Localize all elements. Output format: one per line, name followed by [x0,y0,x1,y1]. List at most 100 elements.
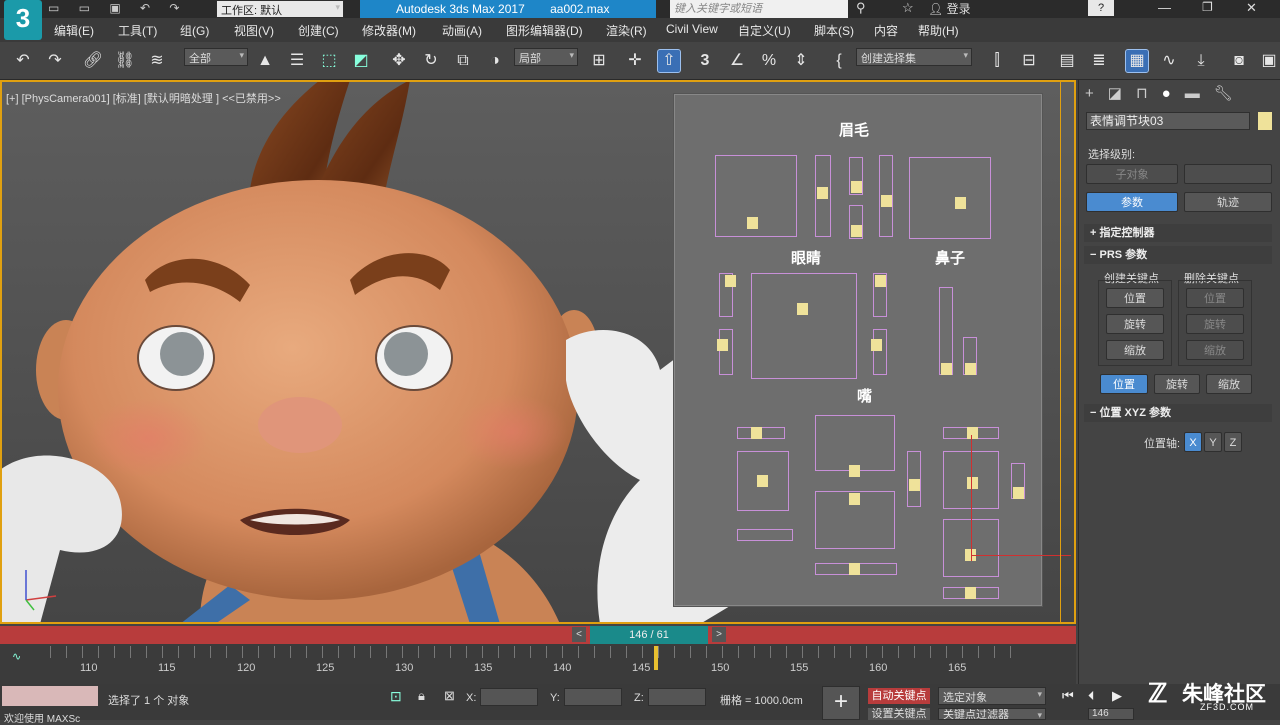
mouth-key-7[interactable] [967,477,978,489]
eye-key-3[interactable] [875,275,886,287]
eyebrow-key-5[interactable] [881,195,892,207]
search-input[interactable]: 键入关键字或短语 [670,0,848,18]
menu-edit[interactable]: 编辑(E) [54,22,94,39]
parameters-button[interactable]: 参数 [1086,192,1178,212]
quick-access-icons[interactable]: ▭ ▭ ▣ ↶ ↷ [48,1,187,15]
menu-civil-view[interactable]: Civil View [666,22,718,36]
hierarchy-tab-icon[interactable]: ⊓ [1136,85,1162,102]
maxscript-listener[interactable] [2,686,98,706]
bind-spacewarp-icon[interactable]: ≋ [146,50,168,72]
mouth-key-3[interactable] [909,479,920,491]
eyebrow-key-3[interactable] [851,181,862,193]
render-setup-icon[interactable]: ▣ [1258,50,1280,72]
prev-key-icon[interactable]: ⏴ [1088,688,1095,704]
lock-icon[interactable]: 🔒︎ [418,688,425,704]
layer-manager-icon[interactable]: ▤ [1056,50,1078,72]
window-crossing-icon[interactable]: ◩ [350,50,372,72]
assign-controller-rollout[interactable]: + 指定控制器 [1084,224,1272,242]
key-filter-button[interactable]: 关键点过滤器 [938,708,1046,720]
unlink-icon[interactable]: ⛓ [114,50,136,72]
menu-modifiers[interactable]: 修改器(M) [362,22,416,39]
redo-icon[interactable]: ↷ [44,50,66,72]
menu-create[interactable]: 创建(C) [298,22,339,39]
axis-y-button[interactable]: Y [1204,432,1222,452]
facial-control-board[interactable]: 眉毛 眼睛 鼻子 嘴 [674,94,1071,606]
motion-tab-icon[interactable]: ● [1162,85,1185,102]
star-icon[interactable]: ☆ [902,0,914,16]
scale-track-button[interactable]: 缩放 [1206,374,1252,394]
ribbon-icon[interactable]: ▦ [1125,49,1149,73]
keyboard-shortcut-toggle-icon[interactable]: ⇧ [657,49,681,73]
eye-key-main[interactable] [797,303,808,315]
key-mode-dropdown[interactable]: 选定对象 [938,687,1046,705]
nose-key-2[interactable] [965,363,976,375]
time-slider-thumb[interactable]: 146 / 61 [590,626,708,644]
pivot-center-icon[interactable]: ⊞ [588,50,610,72]
sub-object-button[interactable]: 子对象 [1086,164,1178,184]
auto-key-button[interactable]: 自动关键点 [868,688,930,704]
mirror-icon[interactable]: ⫿ [986,50,1008,72]
help-button[interactable]: ? [1088,0,1114,16]
minimize-button[interactable]: — [1158,0,1171,15]
object-color-swatch[interactable] [1258,112,1272,130]
eye-key-2[interactable] [717,339,728,351]
menu-views[interactable]: 视图(V) [234,22,274,39]
set-key-big-button[interactable]: + [822,686,860,720]
close-button[interactable]: ✕ [1246,0,1257,16]
schematic-view-icon[interactable]: ⤓ [1190,50,1212,72]
undo-icon[interactable]: ↶ [12,50,34,72]
angle-snap-icon[interactable]: ∠ [726,50,748,72]
named-selection-sets-dropdown[interactable]: 创建选择集 [856,48,972,66]
material-editor-icon[interactable]: ◙ [1228,50,1250,72]
placement-icon[interactable]: ◑ [484,50,506,72]
absolute-mode-icon[interactable]: ⊠ [444,688,455,704]
menu-content[interactable]: 内容 [874,22,898,39]
perspective-viewport[interactable]: 眉毛 眼睛 鼻子 嘴 [0,80,1076,624]
display-tab-icon[interactable]: ▬ [1185,85,1214,102]
mouth-key-5[interactable] [757,475,768,487]
z-coord-field[interactable] [648,688,706,706]
axis-z-button[interactable]: Z [1224,432,1242,452]
viewport-label[interactable]: [+] [PhysCamera001] [标准] [默认明暗处理 ] <<已禁用… [6,90,281,106]
delete-rotation-key-button[interactable]: 旋转 [1186,314,1244,334]
object-name-field[interactable]: 表情调节块03 [1086,112,1250,130]
sub-object-dropdown[interactable] [1184,164,1272,184]
spinner-snap-icon[interactable]: ⇕ [790,50,812,72]
binoculars-icon[interactable]: ⚲ [856,0,866,16]
mouth-key-4[interactable] [967,427,978,439]
selected-move-gizmo[interactable] [971,435,972,561]
mouth-key-8[interactable] [1013,487,1024,499]
position-xyz-rollout[interactable]: − 位置 XYZ 参数 [1084,404,1272,422]
x-coord-field[interactable] [480,688,538,706]
axis-x-button[interactable]: X [1184,432,1202,452]
login-link[interactable]: 登录 [947,2,971,16]
eyebrow-key-6[interactable] [955,197,966,209]
create-tab-icon[interactable]: + [1085,85,1108,102]
rotate-icon[interactable]: ↻ [420,50,442,72]
menu-customize[interactable]: 自定义(U) [738,22,791,39]
track-bar[interactable]: ∿ 110 115 120 125 130 135 140 145 150 15… [0,644,1076,684]
y-coord-field[interactable] [564,688,622,706]
time-slider[interactable]: < 146 / 61 > [0,626,1076,644]
mouth-key-10[interactable] [849,563,860,575]
user-icon[interactable]: 👤︎ 登录 [928,0,971,17]
create-scale-key-button[interactable]: 缩放 [1106,340,1164,360]
menu-scripting[interactable]: 脚本(S) [814,22,854,39]
selection-filter-dropdown[interactable]: 全部 [184,48,248,66]
play-icon[interactable]: ▶ [1112,688,1122,704]
create-rotation-key-button[interactable]: 旋转 [1106,314,1164,334]
eyebrow-key-1[interactable] [747,217,758,229]
delete-scale-key-button[interactable]: 缩放 [1186,340,1244,360]
eyebrow-key-2[interactable] [817,187,828,199]
trajectories-button[interactable]: 轨迹 [1184,192,1272,212]
mouth-key-1[interactable] [751,427,762,439]
menu-rendering[interactable]: 渲染(R) [606,22,647,39]
set-key-button[interactable]: 设置关键点 [868,708,930,720]
scale-icon[interactable]: ⧉ [452,50,474,72]
align-icon[interactable]: ⊟ [1018,50,1040,72]
app-logo-icon[interactable]: 3 [4,0,42,40]
go-to-start-icon[interactable]: ⏮ [1062,688,1074,704]
snap-toggle-icon[interactable]: 3 [694,50,716,72]
create-position-key-button[interactable]: 位置 [1106,288,1164,308]
workspace-dropdown[interactable]: 工作区: 默认 [216,0,344,18]
